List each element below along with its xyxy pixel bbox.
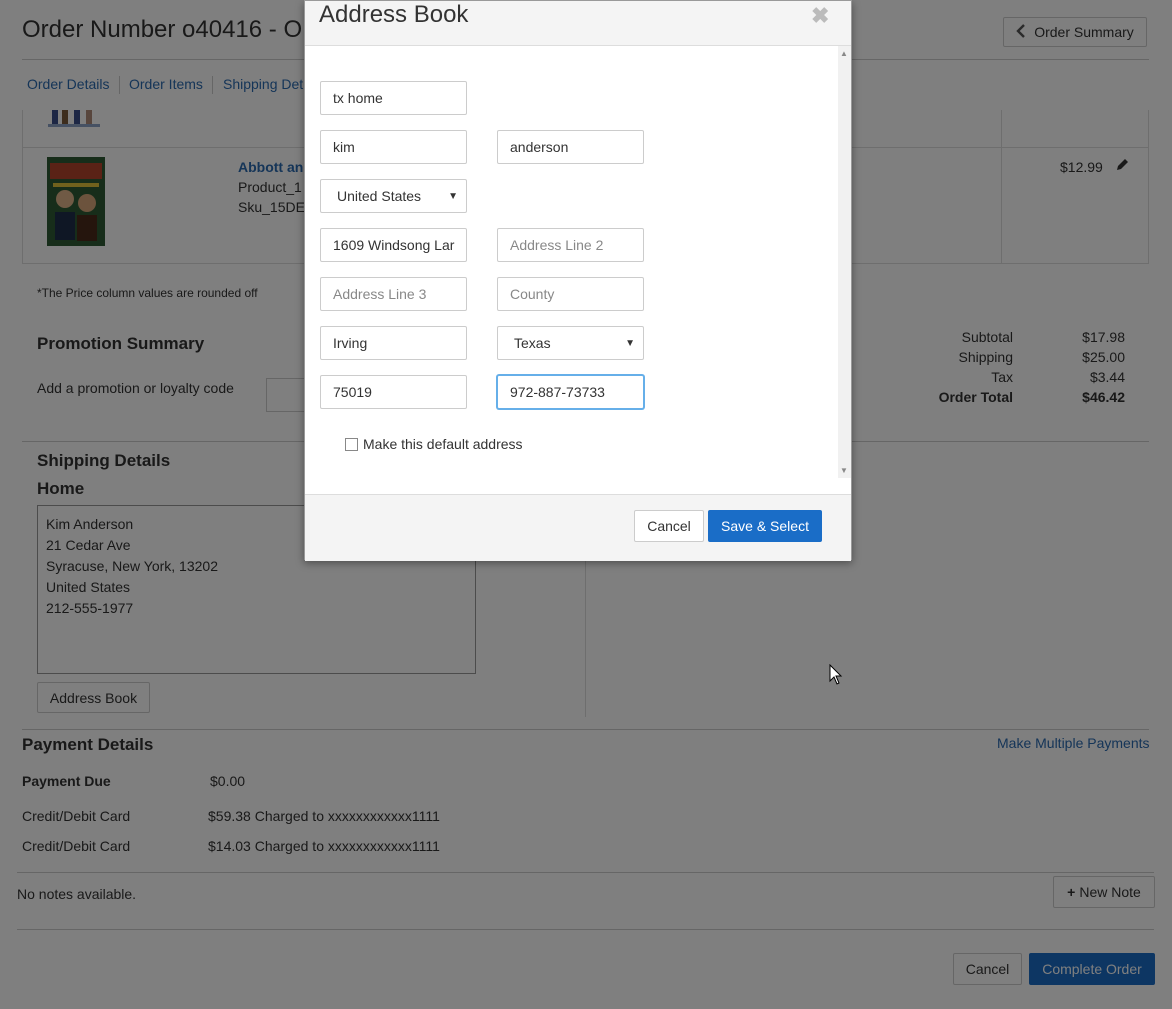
save-select-button[interactable]: Save & Select bbox=[708, 510, 822, 542]
city-field[interactable]: Irving bbox=[320, 326, 467, 360]
scroll-down-icon[interactable]: ▼ bbox=[840, 466, 848, 475]
last-name-field[interactable]: anderson bbox=[497, 130, 644, 164]
address-book-modal: Address Book ✖ tx home kim anderson Unit… bbox=[304, 0, 852, 561]
county-field[interactable]: County bbox=[497, 277, 644, 311]
default-address-label: Make this default address bbox=[363, 436, 523, 452]
zip-field[interactable]: 75019 bbox=[320, 375, 467, 409]
scroll-up-icon[interactable]: ▲ bbox=[840, 49, 848, 58]
country-select[interactable]: United States ▼ bbox=[320, 179, 467, 213]
country-value: United States bbox=[337, 188, 422, 204]
phone-field[interactable]: 972-887-73733 bbox=[497, 375, 644, 409]
modal-body: tx home kim anderson United States ▼ 160… bbox=[305, 46, 851, 478]
address-line-3-field[interactable]: Address Line 3 bbox=[320, 277, 467, 311]
modal-title: Address Book bbox=[319, 1, 469, 28]
first-name-field[interactable]: kim bbox=[320, 130, 467, 164]
mouse-cursor-icon bbox=[829, 663, 843, 689]
modal-scrollbar[interactable]: ▲ ▼ bbox=[838, 46, 851, 478]
address-line-2-field[interactable]: Address Line 2 bbox=[497, 228, 644, 262]
caret-down-icon: ▼ bbox=[625, 337, 635, 349]
modal-cancel-button[interactable]: Cancel bbox=[634, 510, 704, 542]
state-select[interactable]: Texas ▼ bbox=[497, 326, 644, 360]
caret-down-icon: ▼ bbox=[448, 190, 458, 202]
default-address-checkbox[interactable] bbox=[345, 437, 358, 451]
nickname-field[interactable]: tx home bbox=[320, 81, 467, 115]
address-line-1-field[interactable]: 1609 Windsong Lar bbox=[320, 228, 467, 262]
close-icon[interactable]: ✖ bbox=[811, 3, 829, 29]
modal-footer: Cancel Save & Select bbox=[305, 494, 851, 561]
state-value: Texas bbox=[514, 335, 551, 351]
default-address-option[interactable]: Make this default address bbox=[345, 436, 523, 452]
modal-header: Address Book ✖ bbox=[305, 1, 851, 46]
